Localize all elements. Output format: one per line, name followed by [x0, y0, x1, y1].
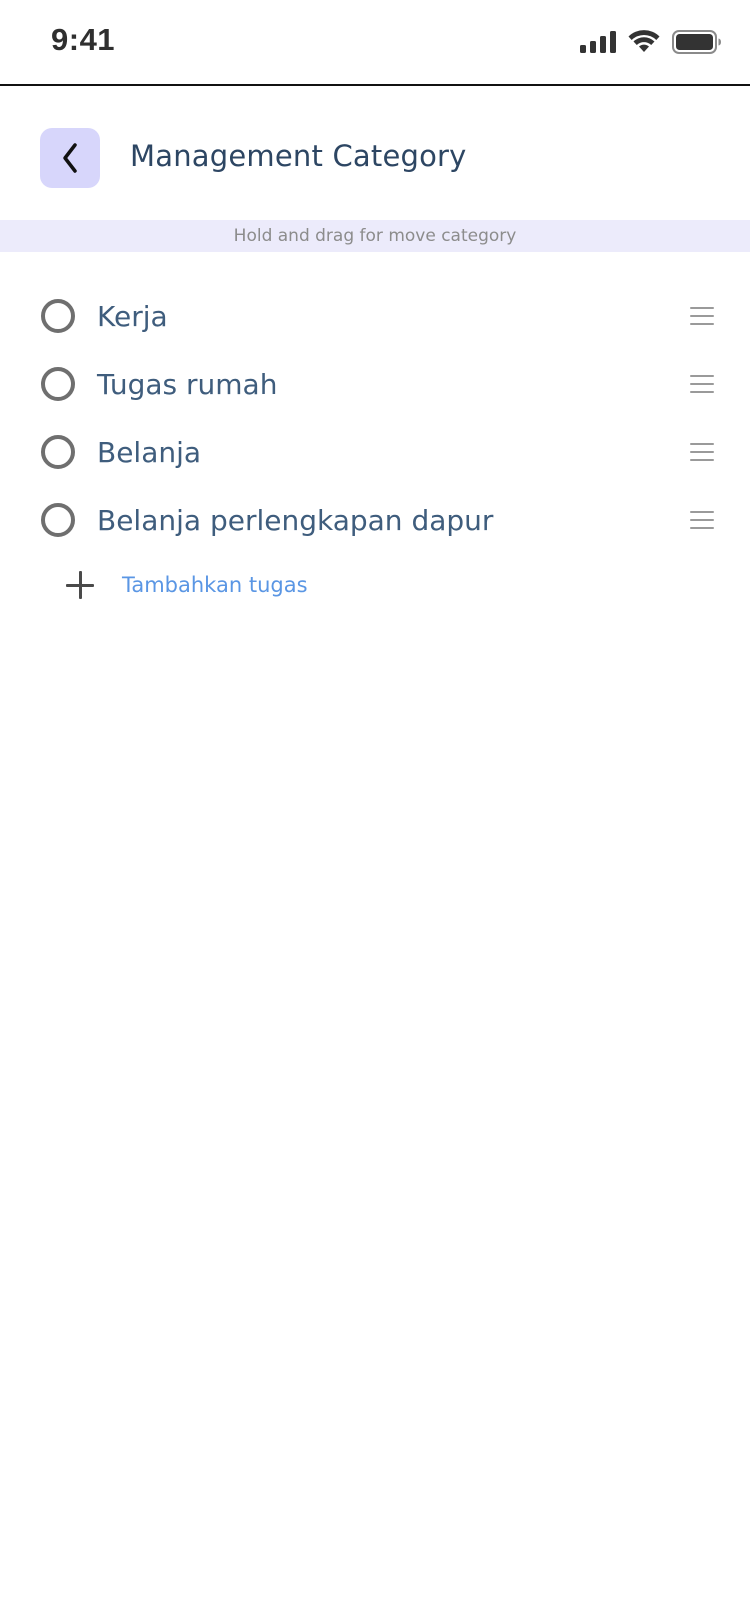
- plus-icon: [64, 569, 96, 601]
- drag-handle-icon[interactable]: [690, 307, 714, 325]
- list-item[interactable]: Tugas rumah: [0, 350, 750, 418]
- status-icons: [580, 30, 722, 54]
- status-bar: 9:41: [0, 0, 750, 86]
- category-label: Kerja: [97, 299, 168, 333]
- page-title: Management Category: [130, 139, 467, 173]
- category-label: Belanja perlengkapan dapur: [97, 503, 494, 537]
- list-item[interactable]: Kerja: [0, 282, 750, 350]
- radio-button[interactable]: [41, 299, 75, 333]
- radio-button[interactable]: [41, 435, 75, 469]
- list-item[interactable]: Belanja: [0, 418, 750, 486]
- battery-icon: [672, 30, 721, 54]
- radio-button[interactable]: [41, 503, 75, 537]
- category-label: Tugas rumah: [97, 367, 278, 401]
- list-item[interactable]: Belanja perlengkapan dapur: [0, 486, 750, 554]
- status-time: 9:41: [51, 22, 116, 57]
- drag-handle-icon[interactable]: [690, 511, 714, 529]
- category-list: Kerja Tugas rumah Belanja Belanja perlen…: [0, 282, 750, 554]
- drag-handle-icon[interactable]: [690, 375, 714, 393]
- category-label: Belanja: [97, 435, 202, 469]
- wifi-icon: [628, 30, 660, 52]
- drag-hint-banner: Hold and drag for move category: [0, 220, 750, 252]
- drag-hint-text: Hold and drag for move category: [233, 226, 517, 246]
- chevron-left-icon: [63, 143, 77, 173]
- drag-handle-icon[interactable]: [690, 443, 714, 461]
- radio-button[interactable]: [41, 367, 75, 401]
- add-task-label: Tambahkan tugas: [122, 573, 308, 597]
- back-button[interactable]: [40, 128, 100, 188]
- page-header: Management Category: [0, 86, 750, 220]
- cellular-signal-icon: [580, 31, 616, 53]
- add-task-button[interactable]: Tambahkan tugas: [64, 560, 308, 610]
